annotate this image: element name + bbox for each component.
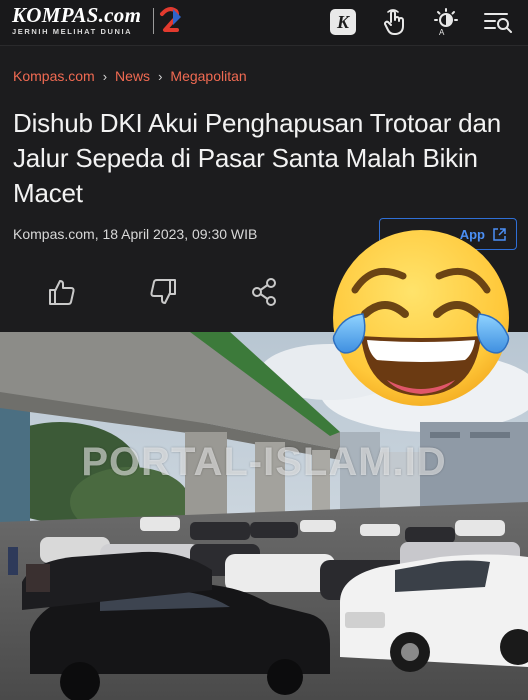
share-icon[interactable]	[248, 276, 282, 308]
like-icon[interactable]	[46, 276, 80, 308]
chevron-right-icon: ›	[102, 69, 108, 84]
face-with-tears-of-joy-icon	[332, 230, 510, 406]
dislike-icon[interactable]	[147, 276, 181, 308]
breadcrumb-item-megapolitan[interactable]: Megapolitan	[170, 68, 246, 84]
kompas-k-icon[interactable]: K	[328, 7, 358, 37]
kompas-logo[interactable]: KOMPAS.com JERNIH MELIHAT DUNIA	[12, 4, 141, 36]
logo-main-text: KOMPAS	[12, 3, 99, 27]
article-title: Dishub DKI Akui Penghapusan Trotoar dan …	[13, 108, 501, 208]
menu-search-icon[interactable]	[483, 7, 513, 37]
logo-divider	[153, 8, 154, 34]
breadcrumb-item-news[interactable]: News	[115, 68, 150, 84]
article-byline: Kompas.com, 18 April 2023, 09:30 WIB	[13, 226, 258, 242]
breadcrumb-item-home[interactable]: Kompas.com	[13, 68, 95, 84]
chevron-right-icon: ›	[158, 69, 163, 84]
anniversary-mark-icon	[160, 7, 181, 32]
logo-suffix-text: .com	[98, 3, 142, 27]
photo-watermark: PORTAL-ISLAM.ID	[81, 440, 447, 484]
brightness-auto-icon[interactable]: A	[431, 7, 461, 37]
top-bar: KOMPAS.com JERNIH MELIHAT DUNIA K A	[0, 0, 528, 46]
breadcrumb: Kompas.com › News › Megapolitan	[13, 68, 247, 84]
svg-text:A: A	[439, 28, 445, 36]
logo-tagline: JERNIH MELIHAT DUNIA	[12, 27, 133, 36]
hand-pointer-icon[interactable]	[380, 7, 410, 37]
